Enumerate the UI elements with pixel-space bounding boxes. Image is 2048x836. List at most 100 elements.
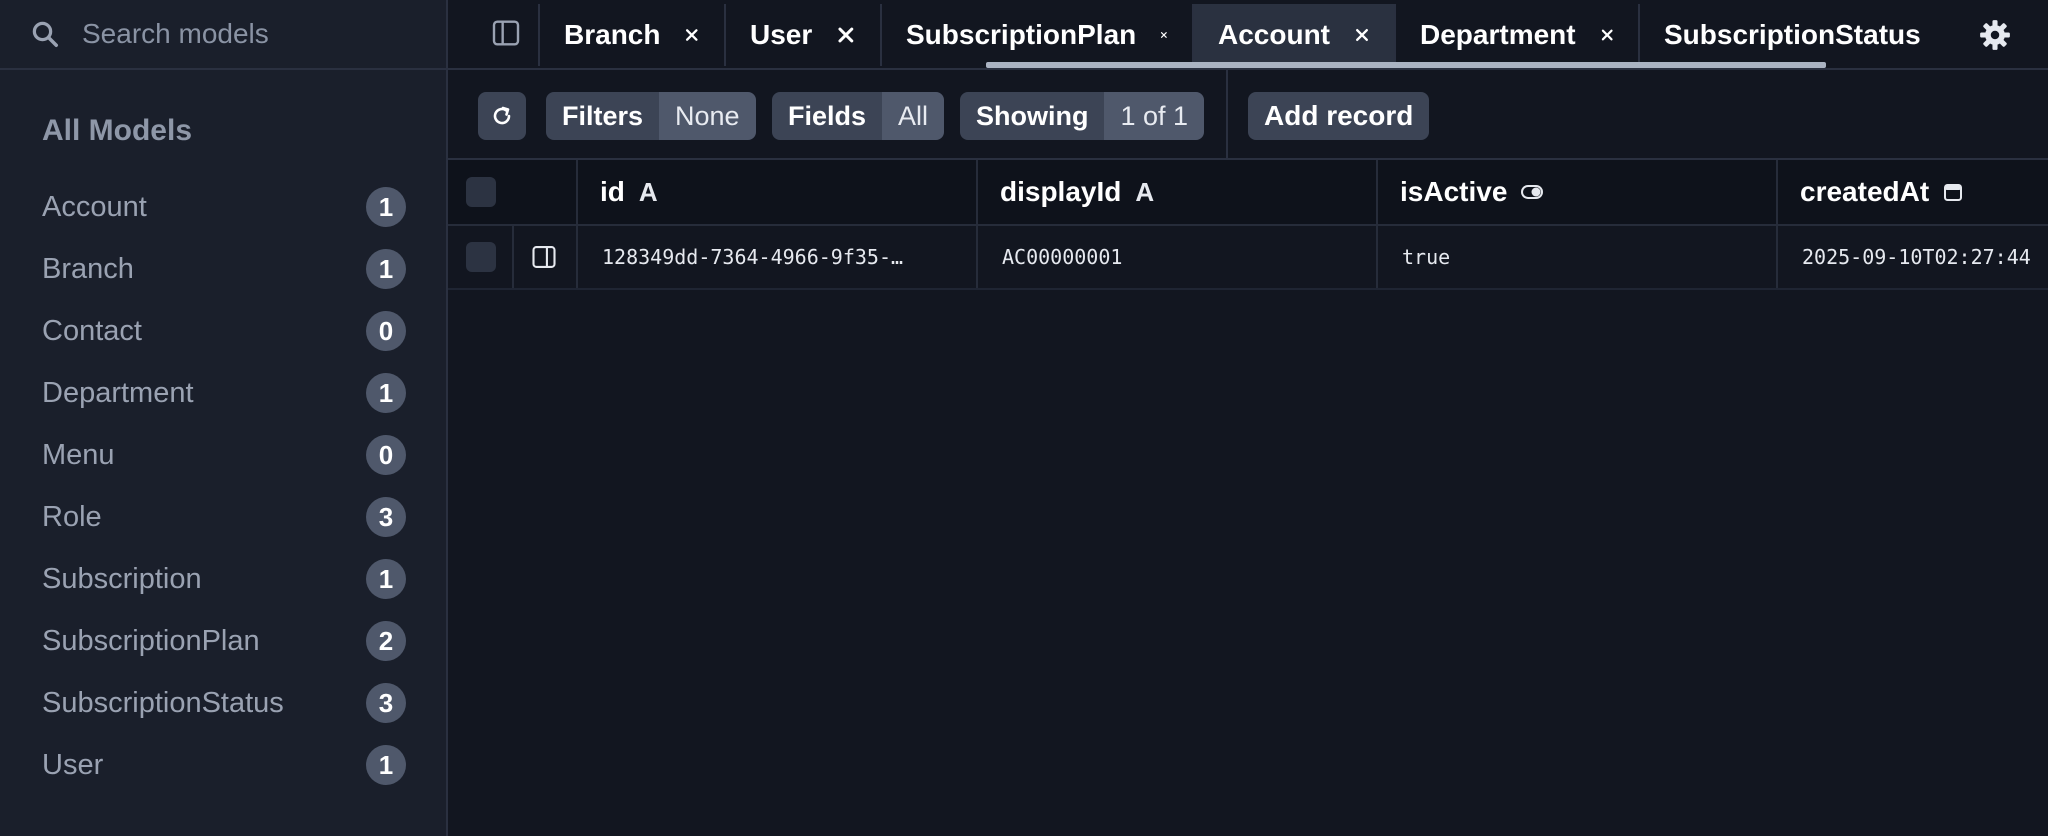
search-bar xyxy=(0,0,446,70)
add-record-button[interactable]: Add record xyxy=(1248,92,1430,140)
column-name: createdAt xyxy=(1800,176,1930,207)
expand-row-icon[interactable] xyxy=(530,243,558,271)
model-item-department[interactable]: Department 1 xyxy=(0,362,446,424)
tab-subscriptionstatus[interactable]: SubscriptionStatus xyxy=(1638,4,1921,66)
refresh-button[interactable] xyxy=(478,92,526,140)
cell-value: true xyxy=(1402,245,1451,269)
close-icon[interactable] xyxy=(1354,24,1370,46)
model-label: SubscriptionPlan xyxy=(42,624,260,657)
model-count-badge: 0 xyxy=(366,435,406,475)
select-all-checkbox[interactable] xyxy=(466,177,496,207)
model-count-badge: 1 xyxy=(366,187,406,227)
model-item-subscription[interactable]: Subscription 1 xyxy=(0,548,446,610)
tab-scroll-indicator xyxy=(986,62,1826,68)
tab-bar: Branch User SubscriptionPlan Account Dep… xyxy=(448,0,2048,70)
model-count-badge: 1 xyxy=(366,559,406,599)
column-divider xyxy=(576,160,578,224)
tab-label: Account xyxy=(1218,19,1330,50)
close-icon[interactable] xyxy=(684,24,700,46)
fields-label: Fields xyxy=(772,92,883,140)
model-label: Role xyxy=(42,500,102,533)
model-count-badge: 1 xyxy=(366,745,406,785)
model-count-badge: 3 xyxy=(366,683,406,723)
toolbar-divider xyxy=(1226,70,1228,158)
column-divider xyxy=(976,226,978,288)
model-count-badge: 1 xyxy=(366,249,406,289)
model-list: Account 1 Branch 1 Contact 0 Department … xyxy=(0,176,446,796)
tab-label: SubscriptionPlan xyxy=(906,19,1137,50)
column-divider xyxy=(512,226,514,288)
text-type-icon: A xyxy=(638,176,658,207)
tab-subscriptionplan[interactable]: SubscriptionPlan xyxy=(880,4,1192,66)
tab-label: Branch xyxy=(564,19,661,50)
close-icon[interactable] xyxy=(1160,24,1168,46)
calendar-icon xyxy=(1944,184,1963,201)
tab-label: User xyxy=(750,19,813,50)
model-label: Subscription xyxy=(42,562,202,595)
filters-button[interactable]: Filters None xyxy=(546,92,756,140)
fields-button[interactable]: Fields All xyxy=(772,92,945,140)
sidebar-toggle-icon[interactable] xyxy=(490,17,522,49)
row-checkbox[interactable] xyxy=(466,242,496,272)
column-header-displayid[interactable]: displayId A xyxy=(1000,160,1154,224)
toolbar: Filters None Fields All Showing 1 of 1 A… xyxy=(448,70,2048,160)
column-divider xyxy=(1776,226,1778,288)
model-item-user[interactable]: User 1 xyxy=(0,734,446,796)
filters-value: None xyxy=(659,92,756,140)
model-count-badge: 3 xyxy=(366,497,406,537)
select-all-cell xyxy=(466,160,496,224)
close-icon[interactable] xyxy=(1600,24,1614,46)
toggle-icon xyxy=(1521,185,1544,199)
model-item-subscriptionstatus[interactable]: SubscriptionStatus 3 xyxy=(0,672,446,734)
text-type-icon: A xyxy=(1135,176,1155,207)
data-grid: id A displayId A isActive createdAt 1283… xyxy=(448,160,2048,836)
tab-label: SubscriptionStatus xyxy=(1664,19,1921,50)
cell-value: 2025-09-10T02:27:44 xyxy=(1802,245,2031,269)
tab-department[interactable]: Department xyxy=(1394,4,1638,66)
column-header-isactive[interactable]: isActive xyxy=(1400,160,1544,224)
showing-button[interactable]: Showing 1 of 1 xyxy=(960,92,1205,140)
tab-user[interactable]: User xyxy=(724,4,880,66)
grid-header-row: id A displayId A isActive createdAt xyxy=(448,160,2048,226)
cell-id[interactable]: 128349dd-7364-4966-9f35-… xyxy=(602,226,903,288)
model-item-menu[interactable]: Menu 0 xyxy=(0,424,446,486)
showing-value: 1 of 1 xyxy=(1104,92,1205,140)
showing-label: Showing xyxy=(960,92,1105,140)
model-label: User xyxy=(42,748,104,781)
cell-isactive[interactable]: true xyxy=(1402,226,1450,288)
tab-branch[interactable]: Branch xyxy=(538,4,724,66)
model-item-account[interactable]: Account 1 xyxy=(0,176,446,238)
column-divider xyxy=(1376,160,1378,224)
model-label: Department xyxy=(42,376,194,409)
model-item-branch[interactable]: Branch 1 xyxy=(0,238,446,300)
column-divider xyxy=(576,226,578,288)
column-name: id xyxy=(600,176,625,207)
search-icon xyxy=(32,21,58,47)
model-label: Account xyxy=(42,190,147,223)
cell-value: AC00000001 xyxy=(1002,245,1123,269)
model-item-contact[interactable]: Contact 0 xyxy=(0,300,446,362)
filters-label: Filters xyxy=(546,92,660,140)
row-expand-cell xyxy=(530,226,558,288)
model-label: Contact xyxy=(42,314,142,347)
model-label: SubscriptionStatus xyxy=(42,686,284,719)
table-row[interactable]: 128349dd-7364-4966-9f35-… AC00000001 tru… xyxy=(448,226,2048,290)
cell-value: 128349dd-7364-4966-9f35-… xyxy=(602,245,904,269)
column-name: displayId xyxy=(1000,176,1122,207)
column-header-id[interactable]: id A xyxy=(600,160,658,224)
column-divider xyxy=(976,160,978,224)
gear-icon[interactable] xyxy=(1978,18,2012,52)
search-input[interactable] xyxy=(80,17,424,51)
row-select-cell xyxy=(466,226,496,288)
column-divider xyxy=(1776,160,1778,224)
model-label: Menu xyxy=(42,438,115,471)
close-icon[interactable] xyxy=(836,24,856,46)
column-header-createdat[interactable]: createdAt xyxy=(1800,160,1963,224)
cell-createdat[interactable]: 2025-09-10T02:27:44 xyxy=(1802,226,2031,288)
refresh-icon xyxy=(493,106,511,125)
tab-account[interactable]: Account xyxy=(1192,4,1394,66)
cell-displayid[interactable]: AC00000001 xyxy=(1002,226,1122,288)
column-divider xyxy=(1376,226,1378,288)
model-item-subscriptionplan[interactable]: SubscriptionPlan 2 xyxy=(0,610,446,672)
model-item-role[interactable]: Role 3 xyxy=(0,486,446,548)
